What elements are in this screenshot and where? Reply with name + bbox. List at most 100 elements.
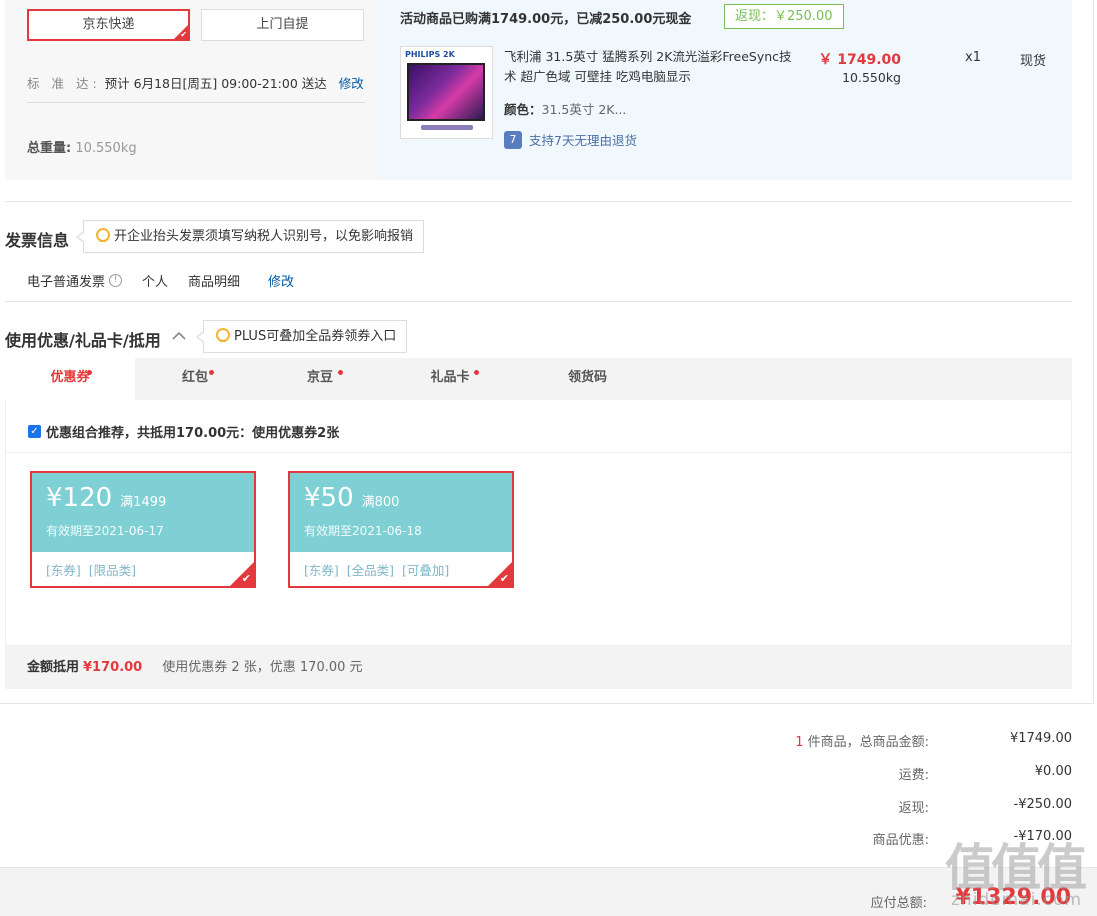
goods-total-value: ¥1749.00 <box>1009 731 1072 746</box>
check-icon: ✔ <box>241 572 251 585</box>
rebate-badge: 返现：￥250.00 <box>724 4 844 29</box>
summary-discount: 商品优惠: -¥170.00 <box>700 829 1072 848</box>
monitor-screen <box>407 63 485 121</box>
standard-label: 标 准 达: <box>27 76 101 91</box>
coupon-section-title[interactable]: 使用优惠/礼品卡/抵用 <box>5 327 161 351</box>
check-icon: ✔ <box>180 30 187 39</box>
product-price: ￥ 1749.00 <box>818 52 901 68</box>
coupon-header: ¥120 满1499 有效期至2021-06-17 <box>32 473 254 552</box>
return-policy-text: 支持7天无理由退货 <box>529 133 637 148</box>
invoice-tip: 开企业抬头发票须填写纳税人识别号，以免影响报销 <box>75 220 425 253</box>
badge-dot <box>87 370 92 375</box>
invoice-tip-text: 开企业抬头发票须填写纳税人识别号，以免影响报销 <box>114 229 414 244</box>
modify-invoice-link[interactable]: 修改 <box>268 271 294 290</box>
rebate-value: -¥250.00 <box>1013 797 1072 812</box>
plus-tip-text: PLUS可叠加全品券领券入口 <box>234 329 397 344</box>
discount-label: 商品优惠: <box>872 833 929 848</box>
invoice-details: 电子普通发票 ! 个人 商品明细 修改 <box>27 271 294 290</box>
shipping-section: 京东快递 ✔ 上门自提 标 准 达: 预计 6月18日[周五] 09:00-21… <box>5 0 1072 180</box>
coupon-validity: 有效期至2021-06-17 <box>46 524 164 538</box>
tab-label: 领货码 <box>567 370 607 385</box>
delivery-time: 标 准 达: 预计 6月18日[周五] 09:00-21:00 送达 修改 <box>27 73 365 103</box>
promo-header: 活动商品已购满1749.00元，已减250.00元现金 <box>400 12 692 27</box>
tab-label: 礼品卡 <box>430 370 470 385</box>
chevron-up-icon[interactable] <box>170 327 188 345</box>
coupon-validity: 有效期至2021-06-18 <box>304 524 422 538</box>
color-label: 颜色： <box>504 102 542 117</box>
plus-coupon-tip[interactable]: PLUS可叠加全品券领券入口 <box>195 320 408 353</box>
check-icon: ✔ <box>499 572 509 585</box>
coupon-card[interactable]: ¥50 满800 有效期至2021-06-18 [东券] [全品类] [可叠加] ✔ <box>288 471 514 588</box>
coupon-tags: [东券] [限品类] <box>46 560 144 579</box>
coupon-amount-wrap: ¥120 满1499 <box>46 483 166 513</box>
invoice-payer: 个人 <box>142 275 169 290</box>
payment-bar: 应付总额: ¥1329.00 <box>0 867 1097 916</box>
footer-label: 金额抵用 <box>27 660 80 675</box>
shipping-value: ¥0.00 <box>1034 764 1072 779</box>
color-value: 31.5英寸 2K... <box>541 102 627 117</box>
tab-coupon[interactable]: 优惠券 <box>5 358 135 400</box>
product-weight: 10.550kg <box>842 70 901 85</box>
coupon-header: ¥50 满800 有效期至2021-06-18 <box>290 473 512 552</box>
coupon-card[interactable]: ¥120 满1499 有效期至2021-06-17 [东券] [限品类] ✔ <box>30 471 256 588</box>
footer-amount: ¥170.00 <box>83 660 143 675</box>
self-pickup-button[interactable]: 上门自提 <box>201 9 364 41</box>
product-name-link[interactable]: 飞利浦 31.5英寸 猛腾系列 2K流光溢彩FreeSync技术 超广色域 可壁… <box>504 47 794 87</box>
recommend-text: 优惠组合推荐，共抵用170.00元：使用优惠券2张 <box>46 426 340 441</box>
info-icon[interactable]: ! <box>109 274 123 287</box>
rebate-label: 返现: <box>898 801 929 816</box>
discount-value: -¥170.00 <box>1013 829 1072 844</box>
tab-label: 红包 <box>181 370 208 385</box>
coupon-condition: 满800 <box>361 495 400 510</box>
divider <box>1093 0 1094 703</box>
invoice-title: 发票信息 <box>5 231 70 250</box>
coupon-condition: 满1499 <box>120 495 167 510</box>
divider <box>6 452 1071 453</box>
footer-desc: 使用优惠券 2 张，优惠 170.00 元 <box>162 660 363 675</box>
return-policy: 7 支持7天无理由退货 <box>504 130 637 149</box>
shipping-options-panel: 京东快递 ✔ 上门自提 标 准 达: 预计 6月18日[周五] 09:00-21… <box>5 0 378 180</box>
checkbox-checked-icon[interactable]: ✓ <box>28 425 41 438</box>
summary-shipping: 运费: ¥0.00 <box>700 764 1072 783</box>
product-color: 颜色：31.5英寸 2K... <box>504 99 626 118</box>
product-image[interactable]: PHILIPS 2K <box>400 46 493 139</box>
tab-jd-beans[interactable]: 京豆 <box>260 358 380 400</box>
summary-rebate: 返现: -¥250.00 <box>700 797 1072 816</box>
pay-total-label: 应付总额: <box>870 896 927 911</box>
product-quantity: x1 <box>965 50 981 65</box>
invoice-content: 商品明细 <box>188 275 241 290</box>
return-7day-icon: 7 <box>504 130 522 149</box>
lightbulb-icon <box>96 228 110 242</box>
coupon-tag: [可叠加] <box>402 563 450 578</box>
coupon-amount-wrap: ¥50 满800 <box>304 483 399 513</box>
modify-delivery-link[interactable]: 修改 <box>339 76 364 91</box>
coupon-tags: [东券] [全品类] [可叠加] <box>304 560 457 579</box>
weight-value: 10.550kg <box>75 141 137 156</box>
coupon-amount: ¥120 <box>46 483 113 513</box>
coupon-footer: 金额抵用 ¥170.00 使用优惠券 2 张，优惠 170.00 元 <box>5 646 1072 689</box>
coupon-panel: ✓ 优惠组合推荐，共抵用170.00元：使用优惠券2张 ¥120 满1499 有效… <box>5 400 1072 646</box>
jd-express-label: 京东快递 <box>82 17 135 32</box>
tab-label: 京豆 <box>306 370 333 385</box>
pay-total-amount: ¥1329.00 <box>955 885 1071 910</box>
summary-goods-total: 1 件商品，总商品金额: ¥1749.00 <box>700 731 1072 750</box>
badge-dot <box>209 370 214 375</box>
total-weight: 总重量: 10.550kg <box>27 137 137 156</box>
coupon-recommendation[interactable]: ✓ 优惠组合推荐，共抵用170.00元：使用优惠券2张 <box>28 422 339 441</box>
tab-red-packet[interactable]: 红包 <box>135 358 255 400</box>
discount-tabs: 优惠券 红包 京豆 礼品卡 领货码 <box>5 358 1072 400</box>
monitor-stand <box>421 125 473 130</box>
goods-count: 1 <box>795 735 804 750</box>
jd-express-button[interactable]: 京东快递 ✔ <box>27 9 190 41</box>
product-stock: 现货 <box>1020 54 1047 69</box>
badge-dot <box>338 370 343 375</box>
weight-label: 总重量: <box>27 141 72 156</box>
divider <box>0 703 1094 704</box>
divider <box>5 201 1072 202</box>
tab-gift-card[interactable]: 礼品卡 <box>390 358 510 400</box>
product-panel: 活动商品已购满1749.00元，已减250.00元现金 返现：￥250.00 P… <box>378 0 1072 180</box>
tab-pickup-code[interactable]: 领货码 <box>525 358 650 400</box>
shipping-label: 运费: <box>898 768 929 783</box>
goods-count-label: 1 件商品，总商品金额: <box>795 731 929 750</box>
coupon-tag: [东券] <box>46 563 81 578</box>
